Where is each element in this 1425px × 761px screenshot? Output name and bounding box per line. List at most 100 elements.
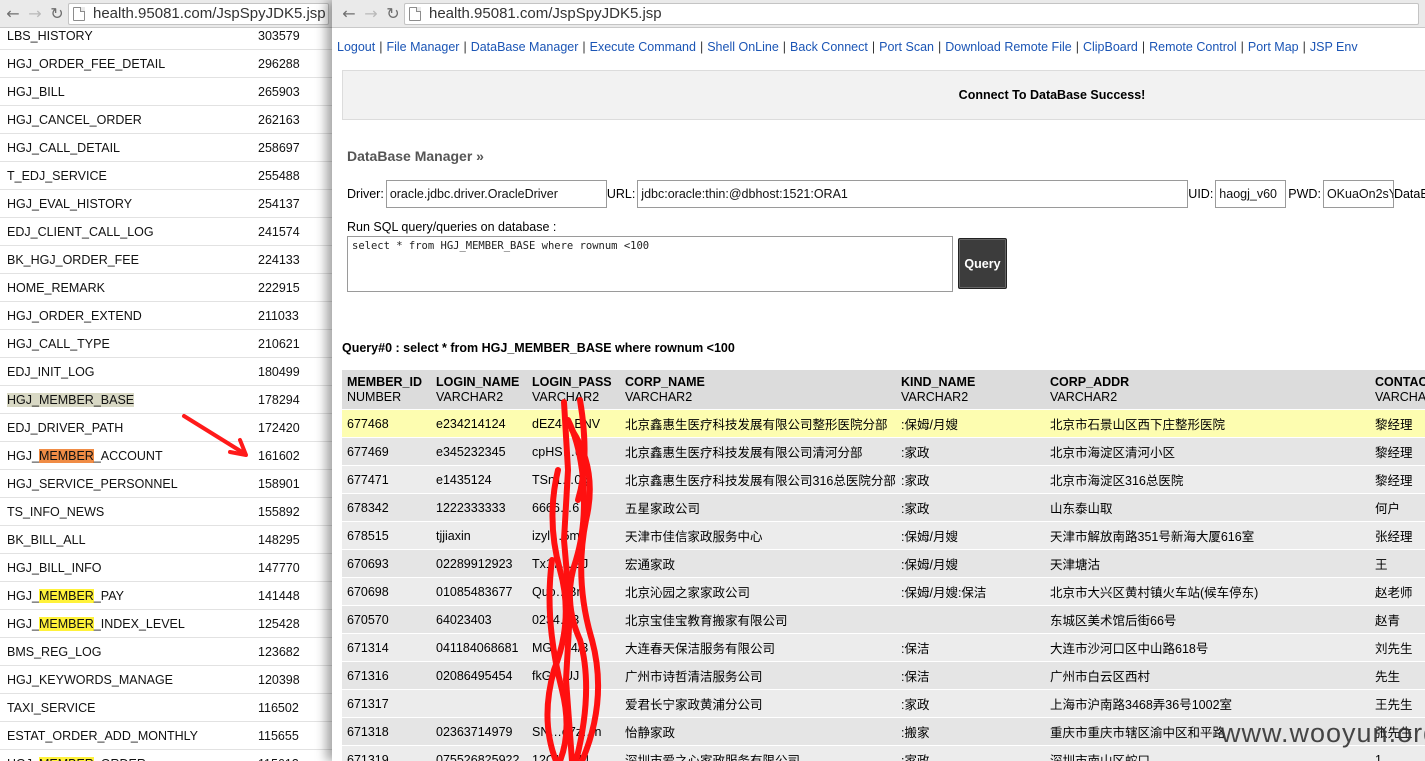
back-arrow-icon[interactable]: ←: [338, 3, 360, 25]
table-name[interactable]: HGJ_MEMBER_INDEX_LEVEL: [0, 616, 258, 631]
table-row[interactable]: HGJ_KEYWORDS_MANAGE 120398: [0, 666, 335, 694]
column-name: CORP_ADDR: [1050, 374, 1130, 389]
query-button[interactable]: Query: [958, 238, 1007, 289]
menu-link-remote-control[interactable]: Remote Control: [1149, 40, 1237, 54]
menu-link-clipboard[interactable]: ClipBoard: [1083, 40, 1138, 54]
menu-link-back-connect[interactable]: Back Connect: [790, 40, 868, 54]
table-name[interactable]: T_EDJ_SERVICE: [0, 169, 258, 183]
table-row[interactable]: 678515 tjjiaxin izyl…5m 天津市佳信家政服务中心:保姆/月嫂 天津…: [342, 522, 1425, 550]
menu-separator: |: [1240, 40, 1244, 54]
menu-link-port-map[interactable]: Port Map: [1248, 40, 1299, 54]
table-row[interactable]: ESTAT_ORDER_ADD_MONTHLY 115655: [0, 722, 335, 750]
table-row[interactable]: HGJ_MEMBER_PAY 141448: [0, 582, 335, 610]
table-row-count: 265903: [258, 84, 300, 99]
uid-input[interactable]: haogj_v60: [1215, 180, 1287, 208]
sql-query-textarea[interactable]: select * from HGJ_MEMBER_BASE where rown…: [347, 236, 953, 292]
menu-separator: |: [379, 40, 383, 54]
table-name-prefix: T_EDJ_SERVICE: [7, 168, 107, 183]
table-row[interactable]: 670570 64023403 0234…3 北京宝佳宝教育搬家有限公司 东城区美术馆后…: [342, 606, 1425, 634]
table-row[interactable]: EDJ_INIT_LOG 180499: [0, 358, 335, 386]
table-row[interactable]: TAXI_SERVICE 116502: [0, 694, 335, 722]
table-row[interactable]: HGJ_MEMBER_ACCOUNT 161602: [0, 442, 335, 470]
pwd-input[interactable]: OKuaOn2sY: [1322, 180, 1394, 208]
column-header: CONTAC VARCHA: [1370, 370, 1425, 409]
table-row[interactable]: HGJ_CALL_DETAIL 258697: [0, 134, 335, 162]
table-row[interactable]: HGJ_MEMBER_ORDER115613: [0, 750, 335, 761]
table-row[interactable]: HGJ_BILL 265903: [0, 78, 335, 106]
table-name[interactable]: HGJ_BILL: [0, 85, 258, 99]
table-row[interactable]: HGJ_BILL_INFO 147770: [0, 554, 335, 582]
table-row[interactable]: EDJ_DRIVER_PATH 172420: [0, 414, 335, 442]
menu-link-jsp-env[interactable]: JSP Env: [1310, 40, 1358, 54]
menu-link-database-manager[interactable]: DataBase Manager: [471, 40, 579, 54]
table-name[interactable]: HGJ_EVAL_HISTORY: [0, 197, 258, 211]
table-name[interactable]: HGJ_ORDER_FEE_DETAIL: [0, 57, 258, 71]
table-cell: 深圳市南山区蛇口: [1050, 754, 1151, 761]
table-row[interactable]: T_EDJ_SERVICE 255488: [0, 162, 335, 190]
table-row[interactable]: HGJ_MEMBER_BASE 178294: [0, 386, 335, 414]
table-row[interactable]: BMS_REG_LOG 123682: [0, 638, 335, 666]
table-name[interactable]: LBS_HISTORY: [0, 29, 258, 43]
table-name[interactable]: TAXI_SERVICE: [0, 701, 258, 715]
table-cell: :家政: [901, 502, 930, 516]
table-row[interactable]: 678342 1222333333 6666…6 五星家政公司:家政 山东泰山取 何户: [342, 494, 1425, 522]
right-address-bar[interactable]: health.95081.com/JspSpyJDK5.jsp: [404, 2, 1419, 25]
table-row[interactable]: BK_HGJ_ORDER_FEE 224133: [0, 246, 335, 274]
menu-link-download-remote-file[interactable]: Download Remote File: [945, 40, 1071, 54]
menu-link-file-manager[interactable]: File Manager: [386, 40, 459, 54]
table-row[interactable]: 671316 02086495454 fkG…UJ 广州市诗哲清洁服务公司:保洁 广州市…: [342, 662, 1425, 690]
table-name[interactable]: HGJ_CALL_DETAIL: [0, 141, 258, 155]
table-name[interactable]: HGJ_KEYWORDS_MANAGE: [0, 673, 258, 687]
table-name[interactable]: HGJ_MEMBER_BASE: [0, 392, 258, 407]
jdbc-url-input[interactable]: jdbc:oracle:thin:@dbhost:1521:ORA1: [637, 180, 1189, 208]
table-row[interactable]: 677468 e234214124 dEZ4…BNV 北京鑫惠生医疗科技发展有限公司整…: [342, 410, 1425, 438]
table-row[interactable]: HGJ_MEMBER_INDEX_LEVEL 125428: [0, 610, 335, 638]
table-cell: TSn1…0g: [532, 472, 589, 487]
table-row[interactable]: BK_BILL_ALL 148295: [0, 526, 335, 554]
table-name[interactable]: HGJ_BILL_INFO: [0, 561, 258, 575]
table-row[interactable]: 670693 02289912923 Tx17…GJ 宏通家政:保姆/月嫂 天津塘沽 王: [342, 550, 1425, 578]
table-row[interactable]: HGJ_CANCEL_ORDER 262163: [0, 106, 335, 134]
table-name[interactable]: HOME_REMARK: [0, 281, 258, 295]
table-cell: SN…e7z…n: [532, 724, 602, 739]
table-row[interactable]: HGJ_CALL_TYPE 210621: [0, 330, 335, 358]
menu-link-execute-command[interactable]: Execute Command: [590, 40, 696, 54]
menu-separator: |: [463, 40, 467, 54]
table-row[interactable]: TS_INFO_NEWS 155892: [0, 498, 335, 526]
table-row[interactable]: EDJ_CLIENT_CALL_LOG 241574: [0, 218, 335, 246]
table-row[interactable]: 671314 041184068681 MG…x4/3 大连春天保洁服务有限公司:保洁…: [342, 634, 1425, 662]
table-cell: Quo…Brl: [532, 584, 584, 599]
menu-link-logout[interactable]: Logout: [337, 40, 375, 54]
table-row[interactable]: HOME_REMARK 222915: [0, 274, 335, 302]
menu-link-shell-online[interactable]: Shell OnLine: [707, 40, 779, 54]
table-name[interactable]: HGJ_CALL_TYPE: [0, 337, 258, 351]
table-name[interactable]: HGJ_SERVICE_PERSONNEL: [0, 477, 258, 491]
table-row[interactable]: 677469 e345232345 cpHS…d 北京鑫惠生医疗科技发展有限公司清河分…: [342, 438, 1425, 466]
table-cell: 北京市海淀区清河小区: [1050, 446, 1176, 460]
table-name[interactable]: ESTAT_ORDER_ADD_MONTHLY: [0, 729, 258, 743]
table-name[interactable]: BK_BILL_ALL: [0, 533, 258, 547]
forward-arrow-icon[interactable]: →: [360, 3, 382, 25]
table-name[interactable]: HGJ_MEMBER_PAY: [0, 588, 258, 603]
table-row[interactable]: 670698 01085483677 Quo…Brl 北京沁园之家家政公司:保姆/月嫂…: [342, 578, 1425, 606]
table-row[interactable]: LBS_HISTORY 303579: [0, 22, 335, 50]
table-name[interactable]: HGJ_ORDER_EXTEND: [0, 309, 258, 323]
table-row-count: 161602: [258, 448, 300, 463]
table-row[interactable]: 677471 e1435124 TSn1…0g 北京鑫惠生医疗科技发展有限公司316总…: [342, 466, 1425, 494]
table-row[interactable]: HGJ_ORDER_EXTEND 211033: [0, 302, 335, 330]
driver-input[interactable]: oracle.jdbc.driver.OracleDriver: [385, 180, 607, 208]
reload-icon[interactable]: ↻: [382, 3, 404, 25]
table-name[interactable]: HGJ_MEMBER_ORDER: [0, 756, 258, 761]
table-name[interactable]: TS_INFO_NEWS: [0, 505, 258, 519]
table-name[interactable]: EDJ_INIT_LOG: [0, 365, 258, 379]
table-name[interactable]: EDJ_CLIENT_CALL_LOG: [0, 225, 258, 239]
table-name[interactable]: BMS_REG_LOG: [0, 645, 258, 659]
table-row-count: 172420: [258, 420, 300, 435]
table-row[interactable]: 671317 爱君长宁家政黄浦分公司:家政 上海市沪南路3468弄36号1002室 王…: [342, 690, 1425, 718]
table-name[interactable]: BK_HGJ_ORDER_FEE: [0, 253, 258, 267]
table-row[interactable]: HGJ_ORDER_FEE_DETAIL 296288: [0, 50, 335, 78]
menu-link-port-scan[interactable]: Port Scan: [879, 40, 934, 54]
table-row[interactable]: HGJ_SERVICE_PERSONNEL 158901: [0, 470, 335, 498]
table-row[interactable]: HGJ_EVAL_HISTORY 254137: [0, 190, 335, 218]
table-name[interactable]: HGJ_CANCEL_ORDER: [0, 113, 258, 127]
